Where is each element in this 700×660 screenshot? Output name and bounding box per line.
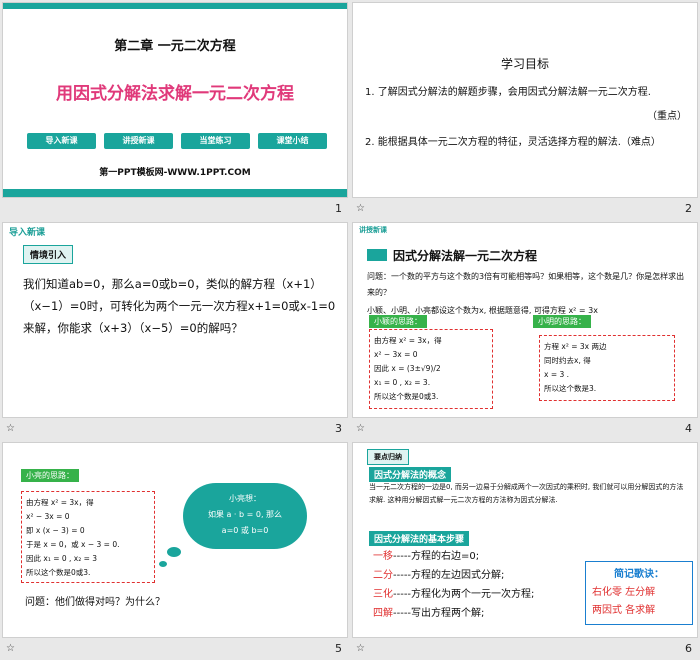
slide-thumb-4[interactable]: 讲授新课 因式分解法解一元二次方程 问题：一个数的平方与这个数的3倍有可能相等吗… [352,222,698,440]
slide-number: 2 [685,202,692,215]
section-tag: 要点归纳 [367,449,409,465]
liang-line: 因此 x₁ = 0 , x₂ = 3 [26,554,98,563]
ming-line: 所以这个数是3. [544,384,597,393]
thought-bubble [167,547,181,557]
ying-line: x² − 3x = 0 [374,350,418,359]
steps-label: 因式分解法的基本步骤 [369,531,470,546]
star-icon[interactable]: ☆ [6,423,15,434]
slide-footer: ☆ 2 [352,198,698,220]
question-text: 问题：他们做得对吗？为什么？ [25,597,165,608]
step-key: 四解 [373,608,393,619]
slide-number: 6 [685,642,692,655]
slide-number: 5 [335,642,342,655]
slide-thumb-2[interactable]: 学习目标 1. 了解因式分解法的解题步骤，会用因式分解法解一元二次方程. （重点… [352,2,698,220]
ying-line: 因此 x = (3±√9)/2 [374,364,441,373]
slide-4[interactable]: 讲授新课 因式分解法解一元二次方程 问题：一个数的平方与这个数的3倍有可能相等吗… [352,222,698,418]
liang-line: 即 x (x − 3) = 0 [26,526,85,535]
heading-marker [367,249,387,261]
star-icon[interactable]: ☆ [356,643,365,654]
ming-line: x = 3 . [544,370,570,379]
mnemonic-line: 右化零 左分解 [592,587,656,598]
goals-heading: 学习目标 [500,57,549,71]
slide-thumb-3[interactable]: 导入新课 情境引入 我们知道ab=0，那么a=0或b=0，类似的解方程（x+1）… [2,222,348,440]
star-icon[interactable]: ☆ [356,423,365,434]
mnemonic-title: 简记歌诀： [614,569,664,580]
step-item: 三化-----方程化为两个一元一次方程; [373,585,534,604]
slide-number: 3 [335,422,342,435]
liang-solution: 由方程 x² = 3x，得 x² − 3x = 0 即 x (x − 3) = … [21,491,155,583]
star-icon[interactable]: ☆ [6,643,15,654]
liang-line: 所以这个数是0或3. [26,568,91,577]
goal-1: 1. 了解因式分解法的解题步骤，会用因式分解法解一元二次方程. [365,87,651,98]
ying-line: 由方程 x² = 3x，得 [374,336,442,345]
concept-label: 因式分解法的概念 [369,467,452,482]
cloud-line: a=0 或 b=0 [221,526,269,535]
slide-thumb-1[interactable]: 第二章 一元二次方程 用因式分解法求解一元二次方程 导入新课 讲授新课 当堂练习… [2,2,348,220]
slide-2[interactable]: 学习目标 1. 了解因式分解法的解题步骤，会用因式分解法解一元二次方程. （重点… [352,2,698,198]
step-desc: -----写出方程两个解; [393,608,485,619]
slide-footer: ☆ 3 [2,418,348,440]
section-tag: 讲授新课 [359,226,387,234]
step-key: 三化 [373,589,393,600]
ming-label: 小明的思路： [533,315,591,328]
step-item: 一移-----方程的右边=0; [373,547,534,566]
slide-5[interactable]: 小亮的思路： 由方程 x² = 3x，得 x² − 3x = 0 即 x (x … [2,442,348,638]
slide-3[interactable]: 导入新课 情境引入 我们知道ab=0，那么a=0或b=0，类似的解方程（x+1）… [2,222,348,418]
step-item: 二分-----方程的左边因式分解; [373,566,534,585]
site-url: 第一PPT模板网-WWW.1PPT.COM [99,168,251,178]
cloud-line: 小亮想： [229,494,261,503]
situation-label: 情境引入 [23,245,74,264]
lesson-title: 用因式分解法求解一元二次方程 [56,84,294,104]
section-heading: 因式分解法解一元二次方程 [393,249,538,263]
ying-line: x₁ = 0 , x₂ = 3. [374,378,431,387]
thought-cloud: 小亮想： 如果 a · b = 0, 那么 a=0 或 b=0 [183,483,307,549]
liang-line: 于是 x = 0，或 x − 3 = 0. [26,540,120,549]
step-item: 四解-----写出方程两个解; [373,604,534,623]
ming-line: 方程 x² = 3x 两边 [544,342,607,351]
slide-number: 1 [335,202,342,215]
nav-button-practice[interactable]: 当堂练习 [181,133,250,149]
step-key: 一移 [373,551,393,562]
intro-text: 我们知道ab=0，那么a=0或b=0，类似的解方程（x+1）（x−1）=0时，可… [23,277,336,335]
chapter-title: 第二章 一元二次方程 [114,39,236,54]
cloud-line: 如果 a · b = 0, 那么 [207,510,283,519]
nav-buttons: 导入新课 讲授新课 当堂练习 课堂小结 [27,133,327,149]
mnemonic-line: 两因式 各求解 [592,605,656,616]
slide-footer: ☆ 4 [352,418,698,440]
top-bar [3,3,347,9]
section-tag: 导入新课 [9,228,46,238]
liang-label: 小亮的思路： [21,469,79,482]
steps-list: 一移-----方程的右边=0; 二分-----方程的左边因式分解; 三化----… [373,547,534,623]
step-desc: -----方程的右边=0; [393,551,480,562]
slide-footer: 1 [2,198,348,220]
goal-2: 2. 能根据具体一元二次方程的特征，灵活选择方程的解法.（难点） [365,137,661,148]
ying-solution: 由方程 x² = 3x，得 x² − 3x = 0 因此 x = (3±√9)/… [369,329,493,409]
liang-line: x² − 3x = 0 [26,512,70,521]
liang-line: 由方程 x² = 3x，得 [26,498,94,507]
slide-thumb-6[interactable]: 要点归纳 因式分解法的概念 当一元二次方程的一边是0, 而另一边易于分解成两个一… [352,442,698,660]
ying-label: 小颖的思路： [369,315,427,328]
slide-thumb-5[interactable]: 小亮的思路： 由方程 x² = 3x，得 x² − 3x = 0 即 x (x … [2,442,348,660]
mnemonic-box: 简记歌诀： 右化零 左分解 两因式 各求解 [585,561,693,625]
step-desc: -----方程化为两个一元一次方程; [393,589,535,600]
star-icon[interactable]: ☆ [356,203,365,214]
slide-1[interactable]: 第二章 一元二次方程 用因式分解法求解一元二次方程 导入新课 讲授新课 当堂练习… [2,2,348,198]
nav-button-intro[interactable]: 导入新课 [27,133,96,149]
nav-button-teach[interactable]: 讲授新课 [104,133,173,149]
slide-number: 4 [685,422,692,435]
thought-bubble [159,561,167,567]
step-key: 二分 [373,570,393,581]
ming-solution: 方程 x² = 3x 两边 同时约去x, 得 x = 3 . 所以这个数是3. [539,335,675,401]
nav-button-summary[interactable]: 课堂小结 [258,133,327,149]
step-desc: -----方程的左边因式分解; [393,570,505,581]
goal-1-tag: （重点） [647,111,687,122]
ying-line: 所以这个数是0或3. [374,392,439,401]
ming-line: 同时约去x, 得 [544,356,591,365]
bottom-bar [3,189,347,197]
concept-text: 当一元二次方程的一边是0, 而另一边易于分解成两个一次因式的乘积时, 我们就可以… [369,483,684,504]
slide-6[interactable]: 要点归纳 因式分解法的概念 当一元二次方程的一边是0, 而另一边易于分解成两个一… [352,442,698,638]
question-text: 问题：一个数的平方与这个数的3倍有可能相等吗？如果相等，这个数是几？你是怎样求出… [367,272,685,297]
